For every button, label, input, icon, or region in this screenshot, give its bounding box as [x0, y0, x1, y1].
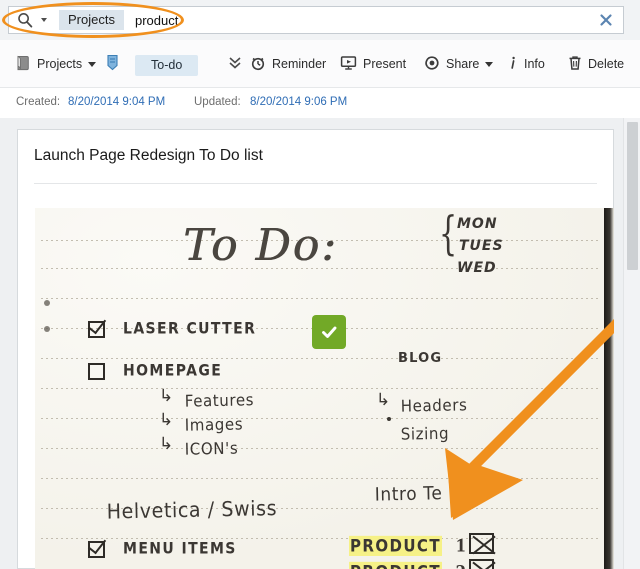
notebook-icon: [16, 55, 31, 74]
item-headers: Headers: [400, 395, 468, 416]
completed-check-badge: [312, 315, 346, 349]
product-1-number: 1: [455, 535, 468, 556]
updated-label: Updated:: [194, 96, 241, 108]
note-title-divider: [34, 183, 597, 184]
note-card: Launch Page Redesign To Do list To Do: {: [17, 129, 614, 569]
notebook-binder-edge: [604, 208, 614, 569]
search-dropdown-caret-icon[interactable]: [41, 18, 47, 22]
x-box-2: [469, 559, 494, 569]
expand-tags-button[interactable]: [228, 51, 242, 77]
check-icon: [321, 326, 336, 338]
note-body-area: Launch Page Redesign To Do list To Do: {: [0, 118, 640, 569]
item-blog: BLOG: [398, 351, 443, 366]
double-chevron-down-icon: [228, 55, 242, 74]
tag-icon: [106, 54, 119, 74]
checkbox-laser-cutter: [88, 321, 105, 338]
sketch-heading: To Do:: [183, 220, 338, 271]
notebook-selector[interactable]: Projects: [16, 51, 97, 77]
product-1-name: PRODUCT: [349, 535, 442, 556]
notebook-caret-icon[interactable]: [88, 61, 97, 67]
days-brace: {: [439, 208, 458, 260]
product-row-2: PRODUCT 2: [349, 561, 468, 569]
note-meta-row: Created: 8/20/2014 9:04 PM Updated: 8/20…: [0, 88, 640, 118]
sub-item-icons: ICON's: [184, 438, 239, 459]
created-value[interactable]: 8/20/2014 9:04 PM: [68, 96, 165, 108]
day-wed: WED: [457, 260, 497, 276]
handwritten-note-image[interactable]: To Do: { MON TUES WED LASER CUTTER BLOG …: [35, 208, 614, 569]
punch-hole: [44, 326, 50, 332]
day-tues: TUES: [459, 238, 504, 254]
checkbox-homepage: [88, 363, 105, 380]
reminder-label: Reminder: [272, 57, 327, 71]
tag-label: To-do: [135, 54, 199, 76]
share-caret-icon[interactable]: [485, 61, 494, 67]
day-mon: MON: [457, 216, 498, 232]
item-homepage: HOMEPAGE: [123, 362, 223, 380]
sub-arrow-icon: ↳: [159, 434, 174, 454]
share-icon: [424, 55, 440, 74]
bullet-dot: [387, 417, 391, 421]
product-2-name: PRODUCT: [349, 561, 442, 569]
delete-label: Delete: [588, 57, 625, 71]
notebook-label: Projects: [37, 57, 83, 71]
search-input[interactable]: Projects product: [8, 6, 624, 34]
info-icon: [508, 55, 518, 74]
share-button[interactable]: Share: [424, 51, 494, 77]
tag-todo[interactable]: To-do: [135, 52, 199, 78]
product-row-1: PRODUCT 1: [349, 535, 468, 556]
info-button[interactable]: Info: [508, 51, 545, 77]
font-note: Helvetica / Swiss: [106, 496, 278, 524]
item-sizing: Sizing: [400, 423, 450, 444]
x-box-1: [469, 533, 494, 554]
search-clear-icon[interactable]: [599, 13, 613, 27]
delete-button[interactable]: Delete: [568, 51, 624, 77]
created-label: Created:: [16, 96, 61, 108]
alarm-clock-icon: [250, 55, 266, 74]
item-menu-items: MENU ITEMS: [123, 540, 237, 558]
scrollbar-thumb[interactable]: [627, 122, 638, 270]
vertical-scrollbar[interactable]: [623, 118, 640, 569]
sub-item-images: Images: [184, 414, 244, 435]
sub-item-features: Features: [184, 390, 255, 411]
present-button[interactable]: Present: [340, 51, 406, 77]
note-title[interactable]: Launch Page Redesign To Do list: [34, 147, 263, 165]
checkbox-menu-items: [88, 541, 105, 558]
reminder-button[interactable]: Reminder: [250, 51, 326, 77]
sub-arrow-icon: ↳: [159, 386, 174, 406]
trash-icon: [568, 55, 582, 74]
share-label: Share: [446, 57, 480, 71]
tag-icon-button[interactable]: [106, 51, 119, 77]
updated-value[interactable]: 8/20/2014 9:06 PM: [250, 96, 347, 108]
present-label: Present: [363, 57, 407, 71]
search-bar: Projects product: [0, 0, 640, 40]
item-intro-text: Intro Te: [374, 482, 443, 506]
item-laser-cutter: LASER CUTTER: [123, 320, 257, 338]
search-query-text: product: [134, 12, 179, 28]
sub-arrow-icon: ↳: [159, 410, 174, 430]
search-icon: [17, 10, 39, 30]
product-2-number: 2: [456, 562, 468, 569]
presentation-icon: [340, 55, 357, 74]
punch-hole: [44, 300, 50, 306]
info-label: Info: [524, 57, 545, 71]
note-toolbar: Projects To-do Reminder Present Share In…: [0, 40, 640, 88]
sub-arrow-icon: ↳: [376, 390, 391, 410]
search-scope-chip[interactable]: Projects: [59, 10, 124, 30]
